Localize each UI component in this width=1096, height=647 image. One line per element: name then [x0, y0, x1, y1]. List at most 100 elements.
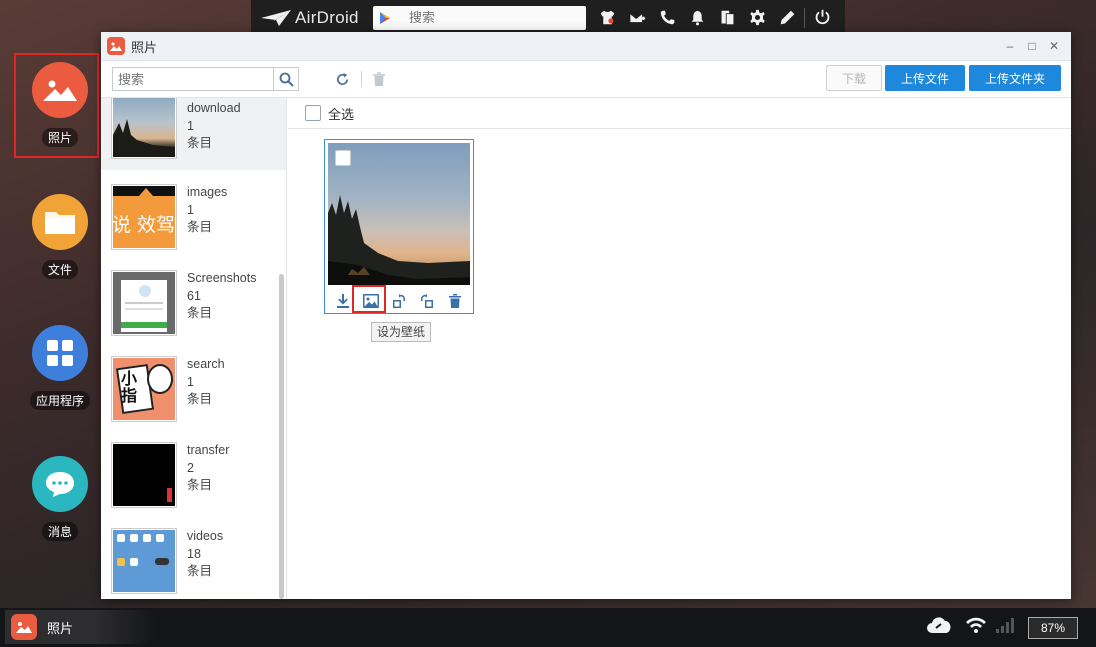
- album-item-videos[interactable]: videos 18 条目: [101, 514, 286, 599]
- select-all-checkbox[interactable]: [305, 105, 321, 121]
- album-name: download: [187, 101, 241, 115]
- gear-icon[interactable]: [742, 0, 772, 35]
- wallpaper-tooltip: 设为壁纸: [371, 322, 432, 342]
- apps-icon: [32, 325, 88, 381]
- photos-icon: [107, 37, 125, 55]
- album-thumbnail: [111, 442, 177, 508]
- dock-item-messages[interactable]: 消息: [28, 456, 92, 541]
- trash-icon[interactable]: [368, 68, 390, 90]
- shirt-icon[interactable]: [592, 0, 622, 35]
- download-icon[interactable]: [332, 291, 354, 311]
- rotate-right-icon[interactable]: [416, 291, 438, 311]
- window-title: 照片: [131, 39, 158, 55]
- photos-window: 照片 – □ ✕ 下载 上传文件 上传文件夹: [101, 32, 1071, 599]
- maximize-icon[interactable]: □: [1021, 39, 1043, 53]
- album-list-scrollbar[interactable]: [279, 274, 284, 599]
- album-unit: 条目: [187, 136, 213, 150]
- top-search-input[interactable]: [409, 10, 579, 25]
- wifi-icon: [966, 617, 986, 638]
- album-search-input[interactable]: [113, 68, 273, 90]
- album-count: 1: [187, 374, 194, 389]
- album-thumbnail: [111, 98, 177, 159]
- dock-label-messages: 消息: [41, 522, 78, 541]
- taskbar-app-label: 照片: [47, 620, 74, 636]
- album-thumbnail: 说 效驾: [111, 184, 177, 250]
- airdroid-logo[interactable]: AirDroid: [261, 8, 371, 28]
- album-item-transfer[interactable]: transfer 2 条目: [101, 428, 286, 514]
- divider: [804, 7, 805, 28]
- album-thumbnail: 小指: [111, 356, 177, 422]
- download-button[interactable]: 下载: [826, 65, 882, 91]
- folder-icon: [32, 194, 88, 250]
- airdroid-toolbar: AirDroid: [251, 0, 845, 35]
- album-count: 61: [187, 288, 201, 303]
- dock-label-photos: 照片: [41, 128, 78, 147]
- toolbar-divider: [361, 71, 362, 87]
- minimize-icon[interactable]: –: [999, 39, 1021, 53]
- album-unit: 条目: [187, 306, 213, 320]
- rotate-left-icon[interactable]: [388, 291, 410, 311]
- album-unit: 条目: [187, 564, 213, 578]
- bell-icon[interactable]: [682, 0, 712, 35]
- dock-item-photos[interactable]: 照片: [28, 62, 92, 147]
- album-name: images: [187, 185, 228, 199]
- album-list: download 1 条目 说 效驾 images 1 条目 Screensho…: [101, 98, 287, 599]
- select-all-bar: 全选: [288, 98, 1071, 129]
- album-count: 1: [187, 118, 194, 133]
- window-titlebar[interactable]: 照片 – □ ✕: [101, 32, 1071, 61]
- copy-icon[interactable]: [712, 0, 742, 35]
- select-all-label: 全选: [328, 106, 355, 122]
- album-count: 2: [187, 460, 194, 475]
- album-search-box[interactable]: [112, 67, 299, 91]
- refresh-icon[interactable]: [331, 68, 353, 90]
- photos-icon: [11, 614, 37, 640]
- power-icon[interactable]: [807, 0, 837, 35]
- dock-label-files: 文件: [41, 260, 78, 279]
- album-item-search[interactable]: 小指 search 1 条目: [101, 342, 286, 428]
- photo-thumbnail[interactable]: [328, 143, 470, 285]
- album-count: 1: [187, 202, 194, 217]
- photo-actions: [325, 288, 473, 314]
- album-name: Screenshots: [187, 271, 257, 285]
- album-name: transfer: [187, 443, 230, 457]
- photos-icon: [32, 62, 88, 118]
- delete-icon[interactable]: [444, 291, 466, 311]
- album-unit: 条目: [187, 478, 213, 492]
- album-name: search: [187, 357, 225, 371]
- close-icon[interactable]: ✕: [1043, 39, 1065, 53]
- signal-icon: [996, 617, 1022, 638]
- thumbnail-text: 小指: [121, 369, 138, 405]
- album-item-download[interactable]: download 1 条目: [101, 98, 286, 170]
- phone-icon[interactable]: [652, 0, 682, 35]
- paper-plane-icon: [261, 9, 291, 26]
- album-count: 18: [187, 546, 201, 561]
- taskbar: 照片 87%: [0, 608, 1096, 647]
- upload-folder-button[interactable]: 上传文件夹: [969, 65, 1061, 91]
- message-icon: [32, 456, 88, 512]
- battery-indicator: 87%: [1028, 616, 1078, 639]
- album-name: videos: [187, 529, 224, 543]
- photo-card[interactable]: [324, 139, 474, 314]
- album-item-screenshots[interactable]: Screenshots 61 条目: [101, 256, 286, 342]
- pen-icon[interactable]: [772, 0, 802, 35]
- album-item-images[interactable]: 说 效驾 images 1 条目: [101, 170, 286, 256]
- album-unit: 条目: [187, 220, 213, 234]
- album-unit: 条目: [187, 392, 213, 406]
- top-search-box[interactable]: [373, 5, 586, 30]
- play-store-icon: [380, 11, 390, 24]
- dock-label-apps: 应用程序: [29, 391, 90, 410]
- mail-plus-icon[interactable]: [622, 0, 652, 35]
- album-thumbnail: [111, 270, 177, 336]
- album-thumbnail: [111, 528, 177, 594]
- window-toolbar: 下载 上传文件 上传文件夹: [101, 61, 1071, 98]
- search-icon[interactable]: [273, 68, 298, 90]
- brand-name: AirDroid: [295, 7, 359, 27]
- thumbnail-text: 说 效驾: [113, 214, 175, 236]
- upload-file-button[interactable]: 上传文件: [885, 65, 965, 91]
- dock-item-files[interactable]: 文件: [28, 194, 92, 279]
- photo-checkbox[interactable]: [335, 150, 351, 166]
- dock-item-apps[interactable]: 应用程序: [28, 325, 92, 410]
- wallpaper-button-highlight: [352, 285, 386, 313]
- taskbar-photos[interactable]: 照片: [5, 610, 155, 644]
- cloud-link-icon[interactable]: [926, 616, 952, 639]
